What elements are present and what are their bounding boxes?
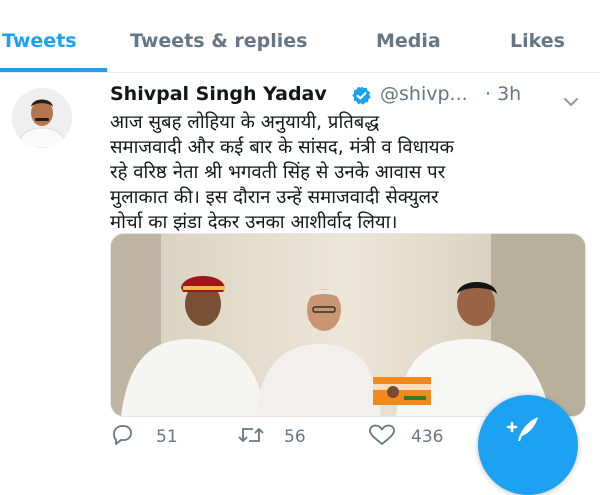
compose-tweet-icon <box>502 413 542 443</box>
timestamp[interactable]: · 3h <box>485 83 521 105</box>
tab-tweets[interactable]: Tweets <box>2 30 77 52</box>
tweet-header: Shivpal Singh Yadav @shivp... · 3h <box>110 83 590 109</box>
avatar[interactable] <box>12 88 72 148</box>
handle[interactable]: @shivp... <box>380 83 468 105</box>
active-tab-indicator <box>0 68 107 72</box>
retweet-count: 56 <box>284 427 306 447</box>
profile-tabs: Tweets Tweets & replies Media Likes <box>0 0 600 73</box>
tab-likes[interactable]: Likes <box>510 30 565 52</box>
chevron-down-icon[interactable] <box>563 90 579 107</box>
like-icon[interactable] <box>368 424 396 446</box>
verified-badge-icon <box>351 85 372 106</box>
display-name[interactable]: Shivpal Singh Yadav <box>110 83 327 105</box>
compose-tweet-button[interactable] <box>478 395 578 495</box>
like-count: 436 <box>411 427 444 447</box>
reply-icon[interactable] <box>110 424 134 446</box>
tweet-text: आज सुबह लोहिया के अनुयायी, प्रतिबद्ध समा… <box>110 112 454 233</box>
tab-media[interactable]: Media <box>376 30 441 52</box>
tweet-photo[interactable] <box>110 233 586 417</box>
tab-tweets-and-replies[interactable]: Tweets & replies <box>130 30 307 52</box>
reply-count: 51 <box>156 427 178 447</box>
retweet-icon[interactable] <box>236 424 266 446</box>
